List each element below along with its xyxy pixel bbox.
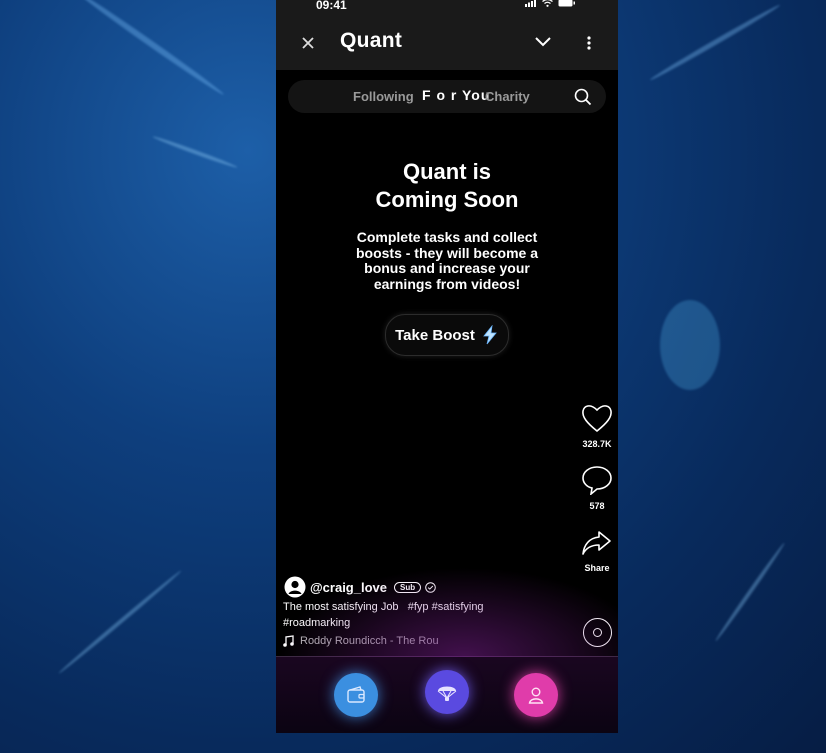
heart-icon[interactable] [581,403,613,433]
background-streak [57,569,183,675]
music-title: Roddy Roundicch - The Rou [300,635,439,647]
tab-charity[interactable]: Charity [485,89,530,104]
background-streak [74,0,226,98]
post-author: @craig_love Sub [284,576,436,598]
signal-icon [525,0,536,7]
feed-tabs: Following F o r You Charity [288,80,606,113]
close-icon[interactable] [300,35,316,51]
wallet-icon [347,686,365,703]
share-icon[interactable] [581,529,613,557]
chevron-down-icon[interactable] [534,36,552,48]
avatar-icon[interactable] [284,576,306,598]
background-streak [648,2,782,83]
music-info[interactable]: Roddy Roundicch - The Rou [283,635,439,647]
background-streak [152,134,238,170]
profile-button[interactable] [514,673,558,717]
hashtags-line1[interactable]: #fyp #satisfying [408,601,484,613]
coming-soon-title-line2: Coming Soon [375,187,519,212]
airdrop-button[interactable] [425,670,469,714]
coming-soon-title: Quant is Coming Soon [276,158,618,214]
background-blob [660,300,720,390]
username[interactable]: @craig_love [310,580,387,595]
app-header: Quant [276,12,618,70]
tab-following[interactable]: Following [353,89,414,104]
share-action[interactable]: Share [576,529,618,573]
comment-count: 578 [589,501,605,511]
comment-icon[interactable] [581,465,613,496]
lightning-icon [483,325,497,345]
caption-text: The most satisfying Job [283,601,399,613]
share-label: Share [584,563,610,573]
parachute-icon [437,686,457,701]
comment-action[interactable]: 578 [576,465,618,511]
battery-icon [558,0,575,7]
subscribe-badge[interactable]: Sub [394,581,422,593]
music-note-icon [283,635,294,647]
wifi-icon [542,0,553,7]
coming-soon-title-line1: Quant is [402,159,491,184]
profile-icon [528,687,544,704]
phone-screen: 09:41 Quant Following F o r You Charity … [276,0,618,733]
music-disc-icon[interactable] [583,618,612,647]
like-action[interactable]: 328.7K [576,403,618,449]
take-boost-label: Take Boost [395,326,475,344]
post-caption: The most satisfying Job #fyp #satisfying… [283,599,523,631]
status-time: 09:41 [316,0,347,12]
more-options-icon[interactable] [586,36,592,50]
hashtags-line2[interactable]: #roadmarking [283,617,350,629]
wallet-button[interactable] [334,673,378,717]
take-boost-button[interactable]: Take Boost [385,314,509,356]
bottom-nav [276,567,618,733]
search-icon[interactable] [574,88,592,106]
tab-for-you[interactable]: F o r You [422,87,490,103]
status-bar: 09:41 [276,0,618,12]
verified-icon [425,581,436,593]
app-title: Quant [340,29,403,52]
background-streak [713,541,787,643]
status-icons [525,0,576,7]
coming-soon-description: Complete tasks and collect boosts - they… [355,229,539,292]
like-count: 328.7K [582,439,612,449]
